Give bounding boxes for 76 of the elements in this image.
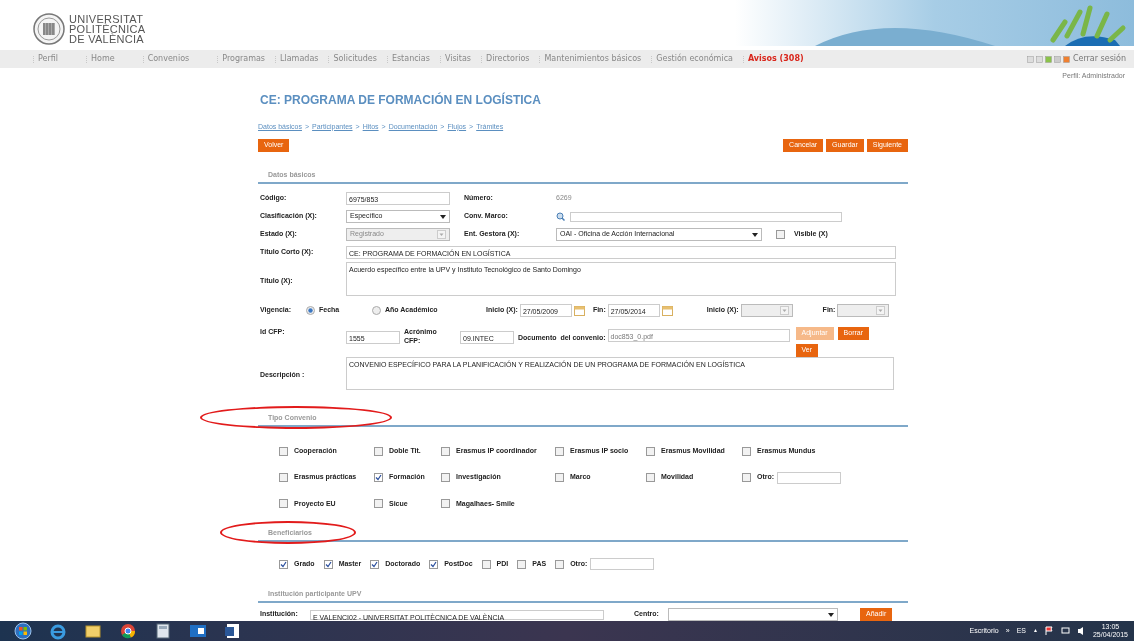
flag-icon[interactable] [1044,626,1054,636]
calculator-icon[interactable] [154,622,172,640]
nav-link[interactable]: Solicitudes [333,53,377,65]
seal-icon [33,13,65,45]
separator-icon [32,55,35,63]
nav-link[interactable]: Programas [222,53,266,65]
text-field[interactable] [590,558,655,570]
document-icon[interactable] [224,622,242,640]
nav-link[interactable]: Directorios [486,53,530,65]
checkbox[interactable] [555,559,565,569]
text-field[interactable] [570,211,842,222]
checkbox[interactable] [279,559,288,569]
nav-link[interactable]: Convenios [147,53,190,65]
checkbox[interactable] [517,559,527,569]
checkbox[interactable] [374,499,383,509]
caret-icon [437,230,446,239]
calendar-icon [661,305,673,316]
radio-button[interactable] [306,306,315,315]
speaker-icon[interactable] [1076,626,1086,636]
checkbox[interactable] [429,559,439,569]
start-icon[interactable] [14,622,32,640]
nav-link[interactable]: Perfil [38,53,58,65]
separator-icon [741,55,745,63]
separator-icon [438,55,442,63]
browser-icon[interactable] [49,622,67,640]
checkbox[interactable] [555,446,564,456]
calendar-icon [573,305,585,316]
checkbox[interactable] [374,473,383,482]
logo-text: POLITÈCNICA [69,24,146,34]
checkbox[interactable] [742,473,751,482]
checkbox[interactable] [776,230,785,239]
separator-icon [216,55,220,63]
separator-icon [385,55,389,63]
checkbox[interactable] [646,446,655,456]
separator-icon [327,55,331,63]
logo-text: DE VALÈNCIA [69,34,145,44]
nav-link[interactable]: Avisos (308) [747,53,804,65]
separator-icon [85,55,88,63]
checkbox[interactable] [646,473,655,482]
network-icon[interactable] [1060,626,1070,636]
separator-icon [274,55,278,63]
checkbox[interactable] [370,559,380,569]
nav-link[interactable]: Llamadas [280,53,319,65]
checkbox[interactable] [555,473,564,482]
separator-icon [480,55,484,63]
chrome-icon[interactable] [119,622,137,640]
page-title: CE: PROGRAMA DE FORMACIÓN EN LOGÍSTICA [260,91,542,109]
checkbox[interactable] [279,473,288,482]
mail-icon[interactable] [189,622,207,640]
separator-icon [538,55,542,63]
search-icon [556,212,565,221]
logout-link[interactable]: Cerrar sesión [1072,53,1126,65]
separator-icon [141,55,145,63]
text-field[interactable] [777,471,842,484]
checkbox[interactable] [481,559,491,569]
caret-icon [752,232,758,237]
separator-icon [650,55,654,63]
nav-link[interactable]: Mantenimientos básicos [544,53,642,65]
checkbox[interactable] [323,559,333,569]
checkbox[interactable] [441,499,450,509]
nav-link[interactable]: Home [91,53,115,65]
caret-icon [440,214,446,219]
radio-button[interactable] [372,306,381,315]
checkbox[interactable] [279,499,288,509]
dropdown[interactable] [668,608,838,621]
nav-link[interactable]: Gestión económica [656,53,733,65]
checkbox[interactable] [279,446,288,456]
logo-text: UNIVERSITAT [69,14,144,24]
nav-link[interactable]: Visitas [444,53,472,65]
caret-icon [828,612,834,617]
checkbox[interactable] [441,473,450,482]
nav-link[interactable]: Estancias [391,53,430,65]
folder-icon[interactable] [84,622,102,640]
checkbox[interactable] [441,446,450,456]
checkbox[interactable] [374,446,383,456]
checkbox[interactable] [742,446,751,456]
